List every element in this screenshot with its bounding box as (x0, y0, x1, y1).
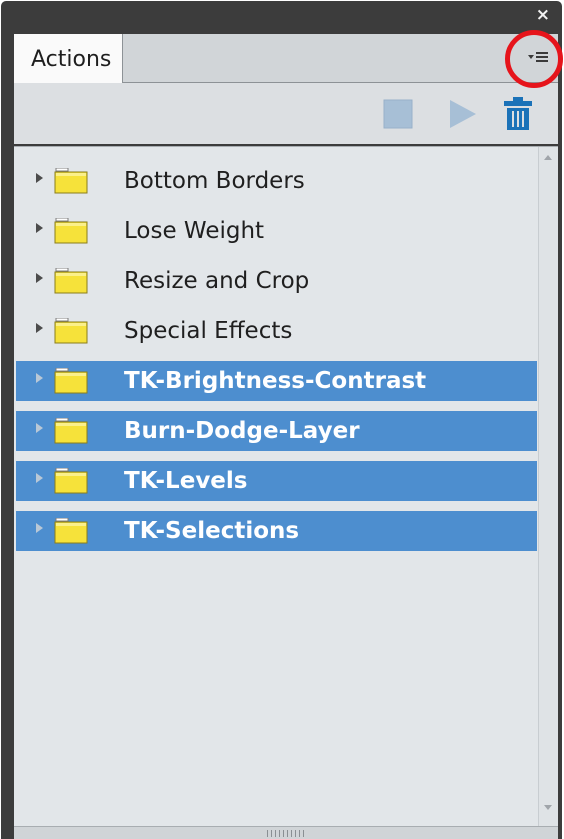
action-set-label: TK-Levels (124, 468, 248, 494)
expand-arrow-icon[interactable] (36, 373, 43, 383)
action-set-label: Lose Weight (124, 218, 265, 244)
folder-icon (54, 217, 88, 248)
expand-arrow-icon[interactable] (36, 173, 43, 183)
expand-arrow-icon[interactable] (36, 423, 43, 433)
scroll-down-arrow-icon[interactable] (544, 805, 552, 810)
close-icon[interactable]: × (536, 5, 550, 25)
actions-toolbar (14, 83, 558, 144)
list-item-selected[interactable]: TK-Selections (16, 511, 537, 551)
expand-arrow-icon[interactable] (36, 323, 43, 333)
action-set-label: Special Effects (124, 318, 293, 344)
list-item-selected[interactable]: TK-Levels (16, 461, 537, 501)
folder-icon (54, 167, 88, 198)
action-set-label: Burn-Dodge-Layer (124, 418, 360, 444)
play-icon[interactable] (448, 99, 478, 129)
tab-strip: Actions (14, 34, 558, 83)
list-item[interactable]: Special Effects (16, 311, 537, 351)
vertical-scrollbar[interactable] (538, 147, 558, 830)
panel-menu-icon[interactable] (528, 49, 548, 67)
folder-icon (54, 267, 88, 298)
folder-icon (54, 317, 88, 348)
panel-footer (14, 826, 558, 839)
panel-title-bar[interactable]: × (1, 1, 562, 34)
stop-icon[interactable] (383, 99, 413, 129)
expand-arrow-icon[interactable] (36, 523, 43, 533)
tab-actions[interactable]: Actions (14, 34, 123, 83)
folder-icon (54, 467, 88, 498)
expand-arrow-icon[interactable] (36, 223, 43, 233)
folder-icon (54, 517, 88, 548)
expand-arrow-icon[interactable] (36, 473, 43, 483)
list-item[interactable]: Lose Weight (16, 211, 537, 251)
folder-icon (54, 367, 88, 398)
list-item-selected[interactable]: TK-Brightness-Contrast (16, 361, 537, 401)
list-item[interactable]: Bottom Borders (16, 161, 537, 201)
action-set-label: TK-Selections (124, 518, 300, 544)
action-set-label: TK-Brightness-Contrast (124, 368, 427, 394)
scroll-up-arrow-icon[interactable] (544, 155, 552, 160)
trash-icon[interactable] (503, 97, 533, 130)
expand-arrow-icon[interactable] (36, 273, 43, 283)
list-item-selected[interactable]: Burn-Dodge-Layer (16, 411, 537, 451)
actions-panel: × Actions Bottom Borders Lose Weight Res… (1, 1, 562, 839)
folder-icon (54, 417, 88, 448)
actions-list[interactable]: Bottom Borders Lose Weight Resize and Cr… (14, 146, 558, 830)
action-set-label: Resize and Crop (124, 268, 310, 294)
resize-grip-icon[interactable] (267, 830, 307, 837)
action-set-label: Bottom Borders (124, 168, 305, 194)
list-item[interactable]: Resize and Crop (16, 261, 537, 301)
